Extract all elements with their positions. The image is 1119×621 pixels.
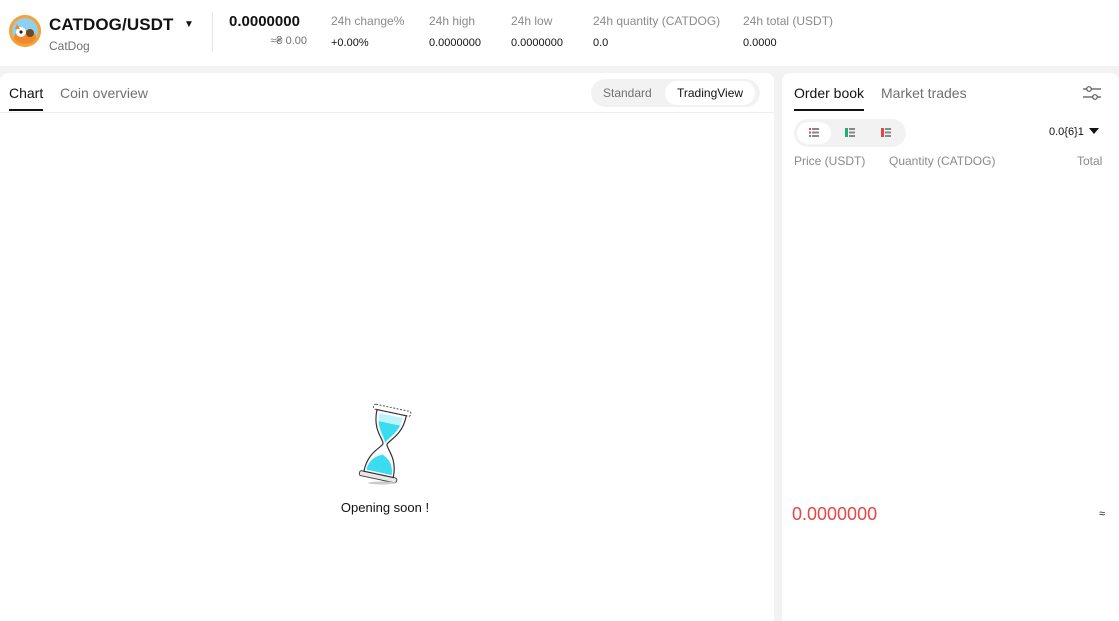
tab-market-trades[interactable]: Market trades (881, 85, 967, 111)
chart-view-toggle: Standard TradingView (591, 79, 760, 107)
stat-label: 24h quantity (CATDOG) (593, 14, 721, 28)
order-book-mode-group (794, 119, 906, 147)
order-book-tabs: Order book Market trades (782, 73, 1119, 113)
stat-24h-low: 24h low 0.0000000 (511, 14, 563, 49)
tab-order-book[interactable]: Order book (794, 85, 865, 111)
caret-down-icon (1088, 128, 1099, 134)
stat-24h-change: 24h change% +0.00% (331, 14, 404, 49)
opening-soon-text: Opening soon ! (340, 500, 430, 515)
precision-select[interactable]: 0.0{6}1 (1049, 126, 1099, 138)
stat-value: 0.0000000 (429, 37, 481, 49)
pair-dropdown-icon[interactable]: ▼ (180, 17, 198, 33)
stat-value: 0.0000 (743, 37, 777, 49)
mode-sell-button[interactable] (869, 122, 903, 144)
mid-price-approx: ≈ (1099, 508, 1106, 520)
stat-24h-total: 24h total (USDT) 0.0000 (743, 14, 833, 49)
tab-chart[interactable]: Chart (9, 85, 44, 111)
mode-buy-button[interactable] (833, 122, 867, 144)
tab-coin-overview[interactable]: Coin overview (60, 85, 148, 111)
last-price: 0.0000000 (229, 13, 300, 30)
column-header-quantity: Quantity (CATDOG) (889, 154, 996, 168)
stat-label: 24h total (USDT) (743, 14, 834, 28)
buy-side-icon (845, 128, 855, 137)
view-standard-button[interactable]: Standard (591, 81, 664, 105)
settings-sliders-icon[interactable] (1082, 83, 1102, 103)
stat-label: 24h change% (331, 14, 405, 28)
order-book-panel: Order book Market trades 0.0{6}1 Price (… (782, 73, 1119, 621)
hourglass-icon (352, 403, 418, 485)
sell-side-icon (881, 128, 891, 137)
divider (212, 12, 213, 52)
chart-panel: Chart Coin overview Standard TradingView… (0, 73, 774, 621)
both-sides-icon (809, 128, 819, 137)
stat-label: 24h low (511, 14, 553, 28)
mid-price: 0.0000000 (792, 504, 878, 524)
last-price-fiat: ≈₴ 0.00 (270, 35, 307, 47)
pair-name[interactable]: CATDOG/USDT (49, 15, 174, 35)
coin-name: CatDog (49, 39, 90, 53)
view-tradingview-button[interactable]: TradingView (665, 81, 756, 105)
stat-value: 0.0 (593, 37, 609, 49)
stat-value: +0.00% (331, 37, 369, 49)
column-header-price: Price (USDT) (794, 154, 866, 168)
coin-logo (9, 15, 41, 47)
ticker-bar: CATDOG/USDT ▼ CatDog 0.0000000 ≈₴ 0.00 2… (0, 0, 1119, 66)
stat-label: 24h high (429, 14, 476, 28)
precision-value: 0.0{6}1 (1049, 126, 1084, 138)
mode-both-button[interactable] (797, 122, 831, 144)
stat-24h-high: 24h high 0.0000000 (429, 14, 481, 49)
stat-24h-quantity: 24h quantity (CATDOG) 0.0 (593, 14, 720, 49)
stat-value: 0.0000000 (511, 37, 563, 49)
column-header-total: Total (1077, 154, 1103, 168)
chart-tabs: Chart Coin overview Standard TradingView (0, 73, 774, 113)
